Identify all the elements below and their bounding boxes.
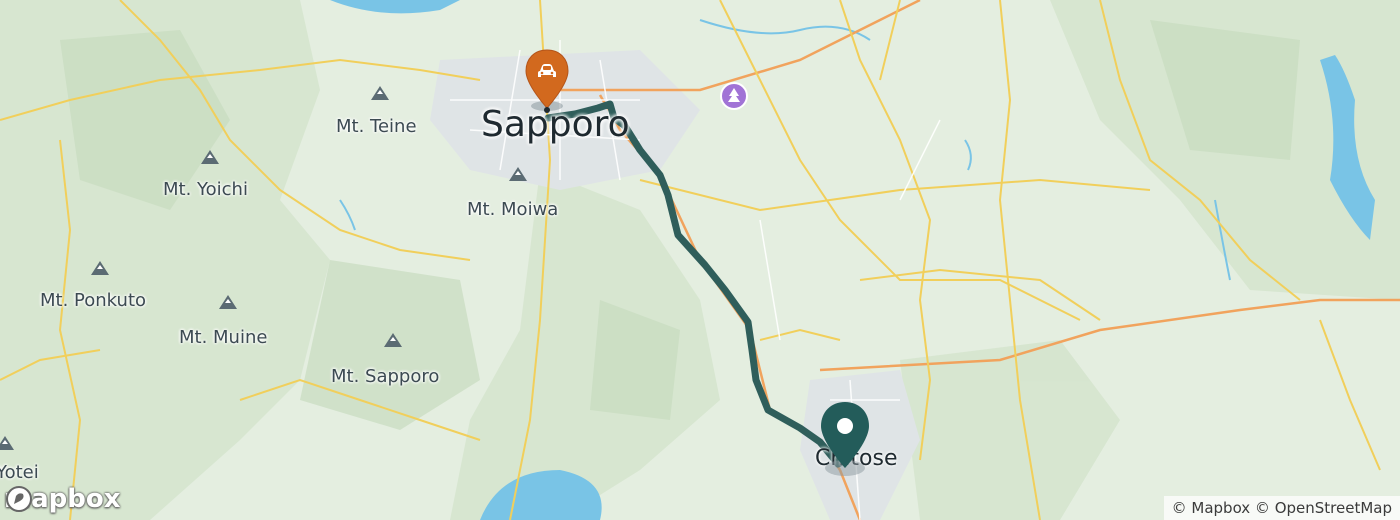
mapbox-logo-icon xyxy=(6,486,32,512)
poi-marker[interactable] xyxy=(719,81,749,111)
mountain-label-moiwa: Mt. Moiwa xyxy=(467,199,559,220)
mountain-label-yoichi: Mt. Yoichi xyxy=(163,179,248,200)
mountain-label-muine: Mt. Muine xyxy=(179,327,268,348)
mountain-icon xyxy=(509,167,527,181)
mountain-icon xyxy=(201,150,219,164)
mountain-icon xyxy=(371,86,389,100)
route-line xyxy=(544,100,854,468)
origin-pin-shape xyxy=(525,49,569,113)
mountain-icon xyxy=(219,295,237,309)
mountain-label-teine: Mt. Teine xyxy=(336,116,417,137)
pin-icon xyxy=(821,402,869,476)
origin-marker[interactable] xyxy=(522,48,572,118)
park-icon xyxy=(720,82,748,110)
mountain-label-sapporo: Mt. Sapporo xyxy=(331,366,440,387)
car-icon xyxy=(538,64,556,77)
map-attribution[interactable]: © Mapbox © OpenStreetMap xyxy=(1163,496,1400,520)
map-canvas[interactable]: Mt. Teine Mt. Yoichi Mt. Moiwa Mt. Ponku… xyxy=(0,0,1400,520)
mapbox-logo[interactable]: mapbox xyxy=(4,484,121,514)
mountain-icon xyxy=(0,436,14,450)
mountain-label-ponkuto: Mt. Ponkuto xyxy=(40,290,147,311)
partial-place-label: Yotei xyxy=(0,462,39,483)
mountain-icon xyxy=(91,261,109,275)
mountain-icon xyxy=(384,333,402,347)
destination-marker[interactable] xyxy=(818,400,872,480)
